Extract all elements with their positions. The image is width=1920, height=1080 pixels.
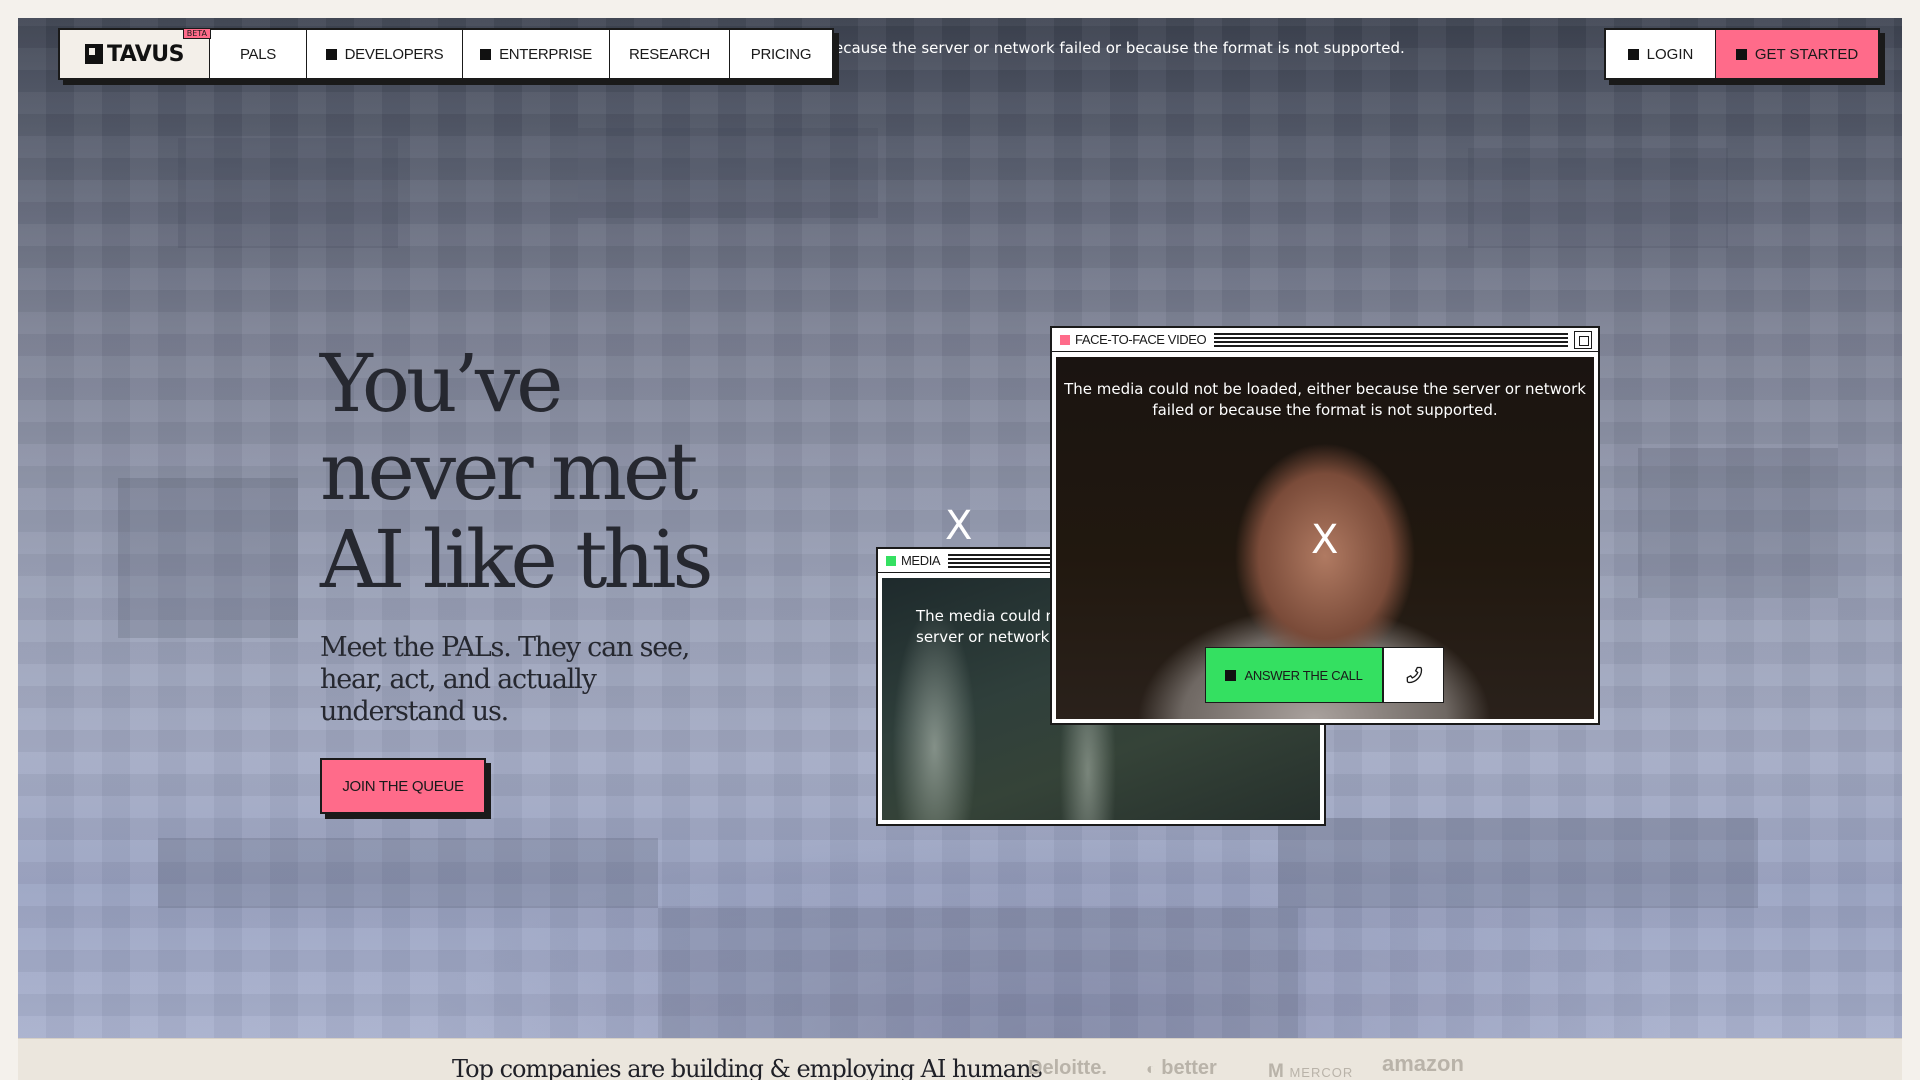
media-error-line: The media could n (916, 607, 1056, 625)
square-bullet-icon (480, 48, 492, 60)
tavus-logo-icon (84, 44, 103, 64)
tavus-logo[interactable]: TAVUS BETA (60, 28, 211, 78)
answer-call-button[interactable]: ANSWER THE CALL (1205, 647, 1383, 703)
join-queue-button[interactable]: JOIN THE QUEUE (320, 758, 486, 814)
hero-title-line: never met (320, 425, 698, 518)
nav-item-label: RESEARCH (629, 45, 710, 63)
media-error-line: server or network f (916, 628, 1060, 646)
face-window-titlebar[interactable]: FACE-TO-FACE VIDEO (1052, 328, 1598, 352)
maximize-icon[interactable] (1574, 330, 1592, 349)
nav-item-enterprise[interactable]: ENTERPRISE (463, 30, 610, 78)
pixel-block (1638, 448, 1838, 598)
status-dot-icon (886, 555, 896, 566)
amazon-logo: amazon (1382, 1051, 1464, 1076)
beta-badge: BETA (182, 28, 211, 39)
pixel-block (1278, 818, 1758, 908)
face-window-title: FACE-TO-FACE VIDEO (1075, 332, 1207, 347)
get-started-button[interactable]: GET STARTED (1716, 30, 1878, 78)
square-bullet-icon (325, 48, 337, 60)
better-logo: ◐ better (1146, 1057, 1217, 1080)
answer-call-label: ANSWER THE CALL (1244, 667, 1363, 683)
pixel-block (118, 478, 298, 638)
hero-title-line: You’ve (320, 337, 564, 430)
nav-item-developers[interactable]: DEVELOPERS (307, 30, 463, 78)
account-actions: LOGIN GET STARTED (1604, 28, 1880, 80)
titlebar-stripes (1214, 332, 1568, 347)
companies-heading: Top companies are building & employing A… (452, 1055, 1043, 1080)
square-bullet-icon (1735, 48, 1747, 60)
background-media-error: ecause the server or network failed or b… (834, 39, 1405, 57)
main-navigation: TAVUS BETA PALS DEVELOPERS ENTERPRISE RE… (58, 28, 834, 80)
better-logo-text: better (1161, 1057, 1217, 1079)
hero-subtitle: Meet the PALs. They can see, hear, act, … (320, 632, 690, 727)
nav-item-pals[interactable]: PALS (210, 30, 307, 78)
square-bullet-icon (1627, 48, 1639, 60)
pixel-block (158, 838, 658, 908)
phone-button[interactable] (1383, 647, 1444, 703)
phone-icon (1406, 666, 1422, 684)
media-close-icon[interactable]: X (945, 506, 972, 546)
get-started-label: GET STARTED (1754, 45, 1859, 63)
face-close-icon[interactable]: X (1311, 520, 1338, 560)
pixel-block (178, 138, 398, 248)
mercor-logo-icon: M (1268, 1061, 1285, 1080)
mercor-logo: M MERCOR (1268, 1061, 1353, 1080)
login-label: LOGIN (1646, 45, 1694, 63)
hero-title: You’ve never met AI like this (320, 340, 740, 604)
nav-item-label: PRICING (750, 45, 812, 63)
companies-strip: Top companies are building & employing A… (18, 1038, 1902, 1080)
status-dot-icon (1060, 334, 1070, 345)
deloitte-logo: Deloitte. (1028, 1057, 1107, 1079)
nav-item-pricing[interactable]: PRICING (730, 30, 832, 78)
mercor-logo-text: MERCOR (1289, 1065, 1354, 1080)
logo-text: TAVUS (106, 41, 185, 67)
login-button[interactable]: LOGIN (1606, 30, 1716, 78)
pixel-block (1468, 148, 1728, 248)
hero-title-line: AI like this (320, 513, 714, 606)
nav-item-research[interactable]: RESEARCH (610, 30, 730, 78)
square-bullet-icon (1225, 669, 1237, 681)
nav-item-label: PALS (239, 45, 277, 63)
nav-item-label: DEVELOPERS (344, 45, 444, 63)
nav-item-label: ENTERPRISE (499, 45, 592, 63)
media-window-title: MEDIA (901, 553, 941, 568)
pixel-block (658, 908, 1298, 1038)
face-error-line: failed or because the format is not supp… (1152, 401, 1498, 419)
better-logo-icon: ◐ (1146, 1061, 1156, 1078)
pixel-block (578, 128, 878, 218)
face-error-line: The media could not be loaded, either be… (1064, 380, 1586, 398)
